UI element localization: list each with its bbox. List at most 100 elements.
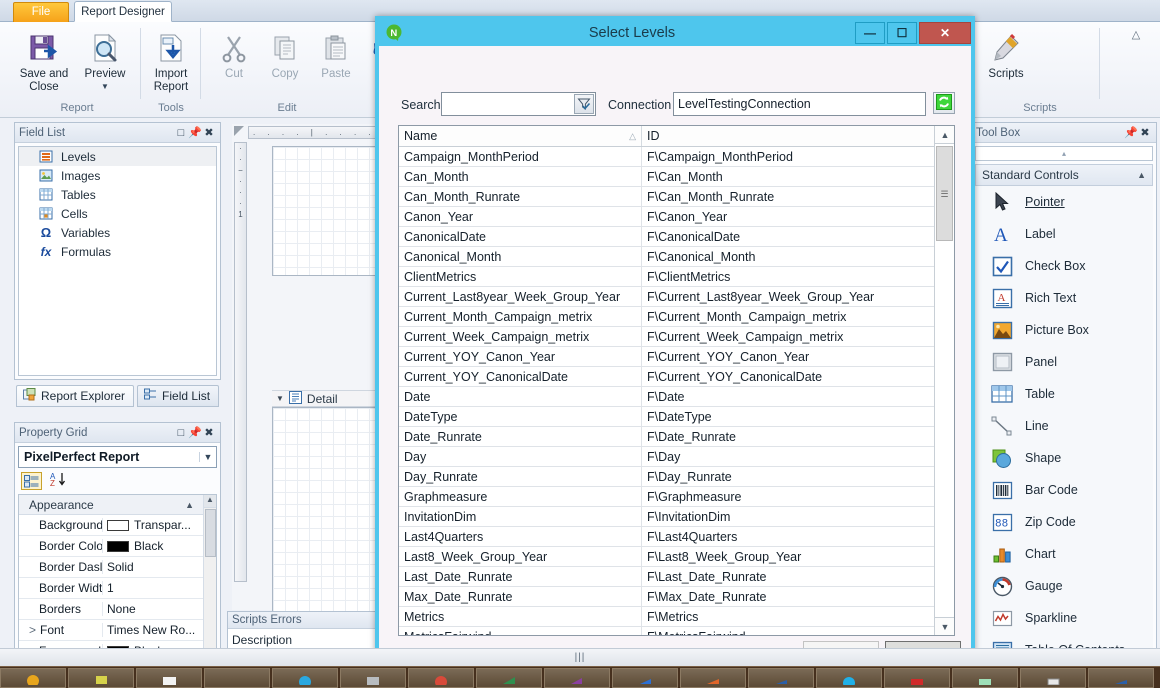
grid-row[interactable]: InvitationDim F\InvitationDim [399,507,954,527]
grid-row[interactable]: Date F\Date [399,387,954,407]
import-report-button[interactable]: Import Report [142,28,200,93]
taskbar-item[interactable] [68,668,134,688]
dock-tab-report-explorer[interactable]: Report Explorer [16,385,135,407]
chevron-up-icon[interactable]: ▲ [1137,170,1146,180]
taskbar-item[interactable] [408,668,474,688]
grid-row[interactable]: CanonicalDate F\CanonicalDate [399,227,954,247]
triangle-down-icon[interactable]: ▼ [276,394,284,403]
property-grid-scrollbar[interactable]: ▲ [203,495,216,661]
grid-row[interactable]: Date_Runrate F\Date_Runrate [399,427,954,447]
alphabetical-sort-icon[interactable]: A Z [50,472,67,490]
tool-item-chart[interactable]: Chart [975,538,1153,570]
property-grid-object-selector[interactable]: PixelPerfect Report ▼ [18,446,217,468]
tool-item-bar-code[interactable]: Bar Code [975,474,1153,506]
grid-row[interactable]: Metrics F\Metrics [399,607,954,627]
chevron-down-icon[interactable]: ▼ [199,452,216,462]
property-row[interactable]: Border Widt 1 [19,578,216,599]
property-row[interactable]: Borders None [19,599,216,620]
maximize-icon[interactable]: □ [174,127,188,139]
tool-item-picture-box[interactable]: Picture Box [975,314,1153,346]
pin-icon[interactable]: 📌 [1124,126,1138,139]
paste-button[interactable]: Paste [307,28,365,81]
dock-tab-field-list[interactable]: Field List [137,385,220,407]
tool-item-gauge[interactable]: Gauge [975,570,1153,602]
property-category-appearance[interactable]: Appearance ▲ [19,495,216,515]
property-row[interactable]: Background Transpar... [19,515,216,536]
tool-item-table[interactable]: Table [975,378,1153,410]
scroll-down-button[interactable]: ▼ [935,617,954,635]
property-value[interactable]: None [103,602,216,616]
taskbar-item[interactable] [544,668,610,688]
taskbar-item[interactable] [952,668,1018,688]
close-icon[interactable]: ✖ [1138,126,1152,139]
scroll-up-button[interactable]: ▲ [935,126,954,144]
grid-row[interactable]: Last8_Week_Group_Year F\Last8_Week_Group_… [399,547,954,567]
preview-button[interactable]: Preview ▼ [76,28,134,93]
grid-row[interactable]: Max_Date_Runrate F\Max_Date_Runrate [399,587,954,607]
scrollbar-thumb[interactable]: ☰ [936,146,953,241]
dialog-title-bar[interactable]: N Select Levels — ☐ ✕ [379,20,971,46]
property-row[interactable]: > Font Times New Ro... [19,620,216,641]
tab-report-designer[interactable]: Report Designer [74,1,172,22]
tool-item-line[interactable]: Line [975,410,1153,442]
tool-item-shape[interactable]: Shape [975,442,1153,474]
property-row[interactable]: Border Colo Black [19,536,216,557]
grid-row[interactable]: ClientMetrics F\ClientMetrics [399,267,954,287]
field-list-item-cells[interactable]: Cells [19,204,216,223]
taskbar-item[interactable] [748,668,814,688]
search-input[interactable] [441,92,596,116]
grid-row[interactable]: Day F\Day [399,447,954,467]
tool-item-rich-text[interactable]: A Rich Text [975,282,1153,314]
maximize-button[interactable]: ☐ [887,22,917,44]
close-icon[interactable]: ✖ [202,426,216,439]
grid-column-header-id[interactable]: ID [642,126,937,146]
grid-row[interactable]: Day_Runrate F\Day_Runrate [399,467,954,487]
tool-item-check-box[interactable]: Check Box [975,250,1153,282]
taskbar-item[interactable] [816,668,882,688]
property-row[interactable]: Border Dasl Solid [19,557,216,578]
grid-row[interactable]: Last_Date_Runrate F\Last_Date_Runrate [399,567,954,587]
collapse-ribbon-icon[interactable]: △ [1128,28,1144,42]
field-list-item-levels[interactable]: Levels [19,147,216,166]
grid-row[interactable]: Current_Last8year_Week_Group_Year F\Curre… [399,287,954,307]
tab-file[interactable]: File [13,2,69,22]
field-list-item-formulas[interactable]: fx Formulas [19,242,216,261]
tool-item-pointer[interactable]: Pointer [975,186,1153,218]
copy-button[interactable]: Copy [256,28,314,81]
grid-row[interactable]: Canonical_Month F\Canonical_Month [399,247,954,267]
levels-grid[interactable]: Name △ ID Campaign_MonthPeriod F\Campaign… [398,125,955,636]
grid-row[interactable]: Can_Month F\Can_Month [399,167,954,187]
taskbar-item[interactable] [204,668,270,688]
grid-row[interactable]: MetricsFairwindF\MetricsFairwind [399,627,954,635]
chevron-up-icon[interactable]: ▲ [185,500,194,510]
scrollbar-thumb[interactable] [205,509,216,557]
taskbar-item[interactable] [272,668,338,688]
grid-vertical-scrollbar[interactable]: ▲ ☰ ▼ [934,126,954,635]
refresh-button[interactable] [933,92,955,114]
grid-row[interactable]: Can_Month_Runrate F\Can_Month_Runrate [399,187,954,207]
scripts-button[interactable]: Scripts [977,28,1035,81]
pin-icon[interactable]: 📌 [188,126,202,139]
connection-value[interactable]: LevelTestingConnection [674,97,925,111]
resize-grip-icon[interactable]: ||| [575,652,586,663]
scroll-up-icon[interactable]: ▲ [204,495,216,508]
grid-row[interactable]: Current_Week_Campaign_metrix F\Current_We… [399,327,954,347]
grid-row[interactable]: Campaign_MonthPeriod F\Campaign_MonthPeri… [399,147,954,167]
field-list-item-images[interactable]: Images [19,166,216,185]
expander-icon[interactable]: > [29,623,36,637]
cut-button[interactable]: Cut [205,28,263,81]
categorized-view-icon[interactable] [21,472,42,490]
tool-item-label[interactable]: A Label [975,218,1153,250]
grid-row[interactable]: Last4Quarters F\Last4Quarters [399,527,954,547]
taskbar-item[interactable] [136,668,202,688]
grid-row[interactable]: Current_Month_Campaign_metrix F\Current_M… [399,307,954,327]
close-button[interactable]: ✕ [919,22,971,44]
taskbar-item[interactable] [1088,668,1154,688]
field-list-item-tables[interactable]: Tables [19,185,216,204]
tool-item-panel[interactable]: Panel [975,346,1153,378]
taskbar-item[interactable] [476,668,542,688]
tool-box-search[interactable]: ▴ [975,146,1153,161]
grid-column-header-name[interactable]: Name △ [399,126,642,146]
taskbar-item[interactable] [884,668,950,688]
taskbar-item[interactable] [1020,668,1086,688]
